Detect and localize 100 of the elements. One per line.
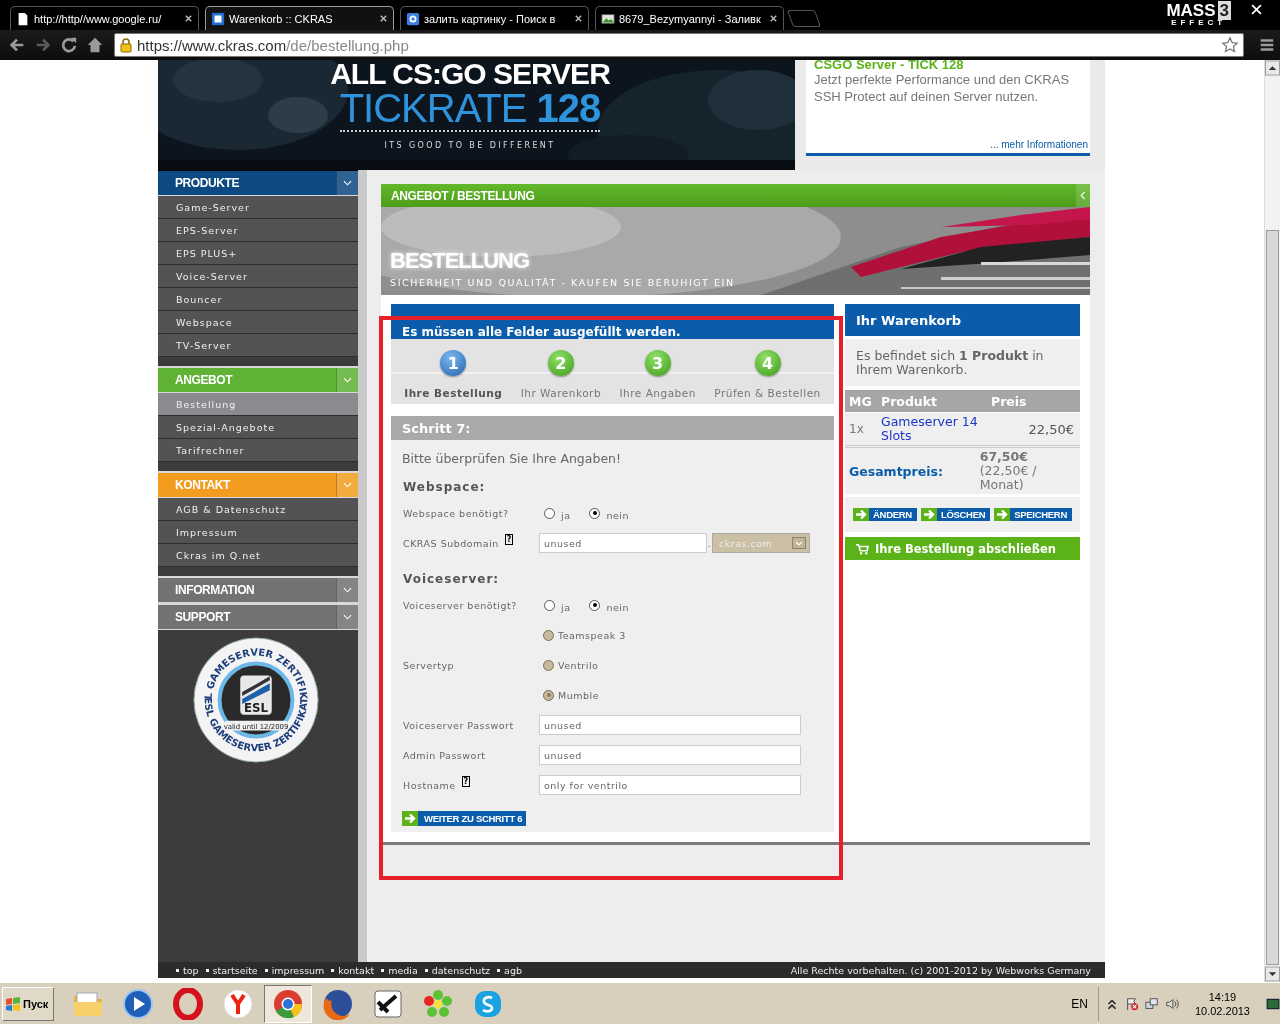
radio-button[interactable] <box>589 507 601 519</box>
intro-text: Bitte überprüfen Sie Ihre Angaben! <box>401 449 623 468</box>
browser-tab[interactable]: залить картинку - Поиск в <box>400 6 589 30</box>
clock[interactable]: 14:19 10.02.2013 <box>1194 989 1250 1018</box>
radio-button[interactable] <box>589 599 601 611</box>
banner-headline: TICKRATE 128 <box>339 88 601 132</box>
scrollbar[interactable] <box>1264 60 1280 982</box>
arrow-icon <box>853 508 870 521</box>
sidebar-item[interactable]: Ckras im Q.net <box>158 544 358 567</box>
close-icon[interactable] <box>184 14 193 23</box>
field-label: Voiceserver Passwort <box>403 719 514 731</box>
sidebar-section-header[interactable]: INFORMATION <box>158 576 358 603</box>
ring-icon <box>172 987 204 1020</box>
tricolor-circle-icon <box>272 987 304 1020</box>
footer-link[interactable]: agb <box>504 964 522 976</box>
reload-icon[interactable] <box>60 36 78 54</box>
close-icon[interactable] <box>769 14 778 23</box>
cart-title: Ihr Warenkorb <box>856 312 962 328</box>
hero-title: BESTELLUNG <box>390 249 530 273</box>
footer-link[interactable]: datenschutz <box>431 964 491 976</box>
table-cell-text: 22,50€ <box>1027 421 1074 437</box>
sidebar-item[interactable]: Bouncer <box>158 288 358 311</box>
arrow-icon <box>994 508 1011 521</box>
speaker-icon[interactable] <box>1164 996 1179 1011</box>
sidebar-item[interactable]: Webspace <box>158 311 358 334</box>
radio-button[interactable] <box>544 507 555 519</box>
bullet-icon <box>205 968 209 972</box>
sidebar-item[interactable]: Spezial-Angebote <box>158 416 358 439</box>
flag-icon[interactable] <box>1124 996 1139 1011</box>
forward-icon[interactable] <box>34 36 52 54</box>
footer-link[interactable]: impressum <box>271 964 325 976</box>
browser-tab[interactable]: http://http//www.google.ru/ <box>10 6 199 30</box>
start-button[interactable]: Пуск <box>2 986 54 1021</box>
star-icon[interactable] <box>1221 36 1239 54</box>
field-label: Voiceserver benötigt? <box>403 599 517 611</box>
input-field[interactable]: only for ventrilo <box>539 775 801 795</box>
desktop-icon[interactable] <box>1266 996 1280 1011</box>
cart-icon <box>855 542 869 555</box>
product-link[interactable]: Gameserver 14 Slots <box>881 415 991 443</box>
bullet-icon <box>497 968 501 972</box>
menu-icon[interactable] <box>1258 36 1276 54</box>
back-icon[interactable] <box>8 36 26 54</box>
radio-button[interactable] <box>544 599 555 611</box>
address-field[interactable]: https://www.ckras.com/de/bestellung.php <box>114 33 1244 57</box>
browser-tab[interactable]: Warenkorb :: CKRAS <box>205 6 394 30</box>
cart-action-button[interactable]: ÄNDERN <box>853 508 917 521</box>
field-label: Hostname <box>403 779 456 791</box>
scroll-down-button[interactable] <box>1265 966 1280 982</box>
bullet-icon <box>264 968 268 972</box>
bullet-icon <box>176 968 179 972</box>
cart-action-button[interactable]: LÖSCHEN <box>920 508 991 521</box>
sidebar-item[interactable]: Impressum <box>158 521 358 544</box>
sidebar-item[interactable]: EPS PLUS+ <box>158 242 358 265</box>
flag-icon <box>5 995 21 1012</box>
close-icon[interactable] <box>574 14 583 23</box>
new-tab-button[interactable] <box>786 10 822 27</box>
theme-logo: MASS 3 EFFECT <box>1166 3 1231 27</box>
sidebar-item[interactable]: EPS-Server <box>158 219 358 242</box>
sidebar-item[interactable]: Game-Server <box>158 196 358 219</box>
radio-label: nein <box>606 600 629 613</box>
more-info-link[interactable]: ... mehr Informationen <box>990 139 1088 150</box>
scroll-thumb[interactable] <box>1266 230 1279 965</box>
sidebar-item[interactable]: Tarifrechner <box>158 439 358 462</box>
input-field[interactable]: unused <box>539 745 801 765</box>
next-step-button[interactable]: WEITER ZU SCHRITT 6 <box>402 811 527 826</box>
total-note: (22,50€ / Monat) <box>979 464 1038 492</box>
arrow-icon <box>402 811 418 826</box>
cart-info-text: Es befindet sich 1 Produkt in Ihrem Warenkorb. <box>856 348 1044 377</box>
language-indicator[interactable]: EN <box>1071 996 1088 1011</box>
step-number: 3 <box>644 350 671 376</box>
home-icon[interactable] <box>86 36 104 54</box>
radio-label: ja <box>561 600 571 613</box>
cart-action-button[interactable]: SPEICHERN <box>994 508 1072 521</box>
browser-tab[interactable]: 8679_Bezymyannyi - Заливк <box>595 6 784 30</box>
scroll-up-button[interactable] <box>1265 60 1280 76</box>
footer-link[interactable]: kontakt <box>338 964 375 976</box>
tile-icon <box>406 11 420 26</box>
network-icon[interactable] <box>1144 996 1159 1011</box>
radio-label: Mumble <box>558 689 599 701</box>
banner-headline: ALL CS:GO SERVER <box>330 60 610 88</box>
input-field[interactable]: unused <box>539 715 801 735</box>
close-icon[interactable] <box>379 14 388 23</box>
footer-link[interactable]: top <box>183 964 199 976</box>
column-header: Produkt <box>881 393 939 409</box>
sidebar-section-header[interactable]: SUPPORT <box>158 603 358 630</box>
footer-link[interactable]: startseite <box>212 964 258 976</box>
step-label: Prüfen & Bestellen <box>714 387 821 399</box>
bullet-icon <box>381 968 385 972</box>
sidebar-item[interactable]: Voice-Server <box>158 265 358 288</box>
total-label: Gesamtpreis: <box>849 463 944 479</box>
radio-label: Ventrilo <box>558 659 599 671</box>
step-label: Ihr Warenkorb <box>520 387 602 399</box>
chevron-icon <box>343 587 352 593</box>
footer-link[interactable]: media <box>388 964 418 976</box>
field-label: CKRAS Subdomain <box>403 537 499 549</box>
sidebar-item[interactable]: TV-Server <box>158 334 358 357</box>
sidebar-item[interactable]: AGB & Datenschutz <box>158 498 358 521</box>
help-icon[interactable]: ? <box>461 775 471 787</box>
sidebar-section-header[interactable]: PRODUKTE <box>158 171 358 196</box>
bullet-icon <box>424 968 428 972</box>
